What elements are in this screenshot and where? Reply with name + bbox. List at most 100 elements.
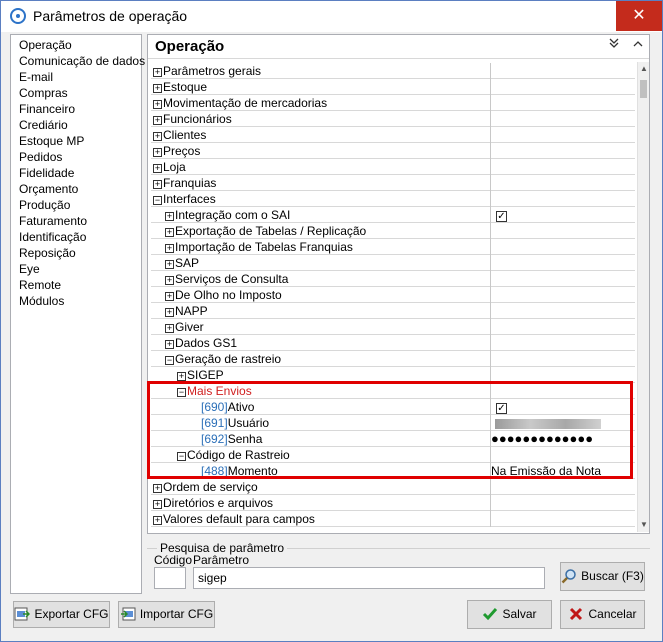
expand-icon[interactable]: + — [153, 500, 162, 509]
tree-row[interactable]: + Exportação de Tabelas / Replicação — [151, 223, 635, 239]
tree-row[interactable]: + Loja — [151, 159, 635, 175]
sidebar-item[interactable]: Remote — [19, 278, 61, 292]
tree-node-label: + Dados GS1 — [165, 336, 237, 350]
expand-icon[interactable]: + — [165, 212, 174, 221]
tree-row[interactable]: + Diretórios e arquivos — [151, 495, 635, 511]
sidebar-item[interactable]: Orçamento — [19, 182, 78, 196]
expand-icon[interactable]: + — [165, 276, 174, 285]
sidebar-item[interactable]: Comunicação de dados — [19, 54, 145, 68]
collapse-icon[interactable]: − — [153, 196, 162, 205]
tree-row[interactable]: + Importação de Tabelas Franquias — [151, 239, 635, 255]
sidebar-item[interactable]: Eye — [19, 262, 40, 276]
chevron-double-down-icon[interactable] — [606, 37, 622, 55]
expand-icon[interactable]: + — [153, 84, 162, 93]
sidebar-item[interactable]: Crediário — [19, 118, 68, 132]
tree-node-label: + Franquias — [153, 176, 216, 190]
column-separator — [490, 79, 491, 95]
expand-icon[interactable]: + — [153, 164, 162, 173]
column-separator — [490, 175, 491, 191]
checkbox[interactable]: ✓ — [496, 211, 507, 222]
save-button[interactable]: Salvar — [467, 600, 552, 629]
expand-icon[interactable]: + — [153, 116, 162, 125]
tree-node-text: Diretórios e arquivos — [163, 496, 274, 510]
expand-icon[interactable]: + — [153, 132, 162, 141]
tree-row[interactable]: + Dados GS1 — [151, 335, 635, 351]
tree-row[interactable]: + NAPP — [151, 303, 635, 319]
expand-icon[interactable]: + — [165, 340, 174, 349]
sidebar-item[interactable]: Módulos — [19, 294, 64, 308]
tree-node-text: Giver — [175, 320, 204, 334]
column-separator — [490, 127, 491, 143]
tree-row[interactable]: + Clientes — [151, 127, 635, 143]
scroll-thumb[interactable] — [640, 80, 647, 98]
tree-row[interactable]: + Parâmetros gerais — [151, 63, 635, 79]
expand-icon[interactable]: + — [165, 292, 174, 301]
tree-node-text: Valores default para campos — [163, 512, 315, 526]
tree-row[interactable]: + SAP — [151, 255, 635, 271]
tree-row[interactable]: + De Olho no Imposto — [151, 287, 635, 303]
parameter-search-input[interactable] — [193, 567, 545, 589]
vertical-scrollbar[interactable]: ▲ ▼ — [637, 62, 649, 532]
sidebar-item[interactable]: Compras — [19, 86, 68, 100]
title-bar: Parâmetros de operação ✕ — [1, 1, 662, 32]
expand-icon[interactable]: + — [165, 260, 174, 269]
x-icon — [568, 605, 584, 621]
sidebar-item[interactable]: Identificação — [19, 230, 86, 244]
close-button[interactable]: ✕ — [616, 1, 662, 31]
category-list[interactable]: Operação Comunicação de dados E-mail Compra… — [10, 34, 145, 594]
tree-row[interactable]: + Preços — [151, 143, 635, 159]
tree-node-text: Franquias — [163, 176, 217, 190]
sidebar-item[interactable]: Operação — [19, 38, 72, 52]
sidebar-item[interactable]: Estoque MP — [19, 134, 84, 148]
code-field[interactable] — [154, 567, 186, 589]
tree-row[interactable]: + Franquias — [151, 175, 635, 191]
scroll-up-icon[interactable]: ▲ — [638, 62, 650, 76]
tree-row[interactable]: + Integração com o SAI ✓ — [151, 207, 635, 223]
tree-node-label: + De Olho no Imposto — [165, 288, 282, 302]
sidebar-item[interactable]: Fidelidade — [19, 166, 74, 180]
sidebar-item[interactable]: Faturamento — [19, 214, 87, 228]
import-cfg-button[interactable]: Importar CFG — [118, 601, 215, 628]
tree-row[interactable]: + Valores default para campos — [151, 511, 635, 527]
expand-icon[interactable]: + — [153, 180, 162, 189]
expand-icon[interactable]: + — [165, 244, 174, 253]
cancel-button[interactable]: Cancelar — [560, 600, 645, 629]
panel-title: Operação — [155, 38, 225, 55]
column-separator — [490, 287, 491, 303]
expand-icon[interactable]: + — [153, 68, 162, 77]
window-title: Parâmetros de operação — [33, 8, 188, 24]
sidebar-item[interactable]: Pedidos — [19, 150, 62, 164]
column-separator — [490, 303, 491, 319]
tree-node-text: Funcionários — [163, 112, 232, 126]
export-cfg-button[interactable]: Exportar CFG — [13, 601, 110, 628]
sidebar-item[interactable]: Reposição — [19, 246, 76, 260]
expand-icon[interactable]: + — [153, 148, 162, 157]
tree-row[interactable]: + Giver — [151, 319, 635, 335]
sidebar-item[interactable]: Financeiro — [19, 102, 75, 116]
expand-icon[interactable]: + — [153, 516, 162, 525]
scroll-down-icon[interactable]: ▼ — [638, 518, 650, 532]
tree-row[interactable]: + Estoque — [151, 79, 635, 95]
chevron-up-icon[interactable] — [630, 37, 646, 55]
collapse-icon[interactable]: − — [165, 356, 174, 365]
expand-icon[interactable]: + — [153, 484, 162, 493]
expand-icon[interactable]: + — [177, 372, 186, 381]
tree-row[interactable]: + Movimentação de mercadorias — [151, 95, 635, 111]
tree-node-label: + NAPP — [165, 304, 208, 318]
parameter-search-group: Pesquisa de parâmetro Código Parâmetro B… — [147, 541, 650, 591]
expand-icon[interactable]: + — [153, 100, 162, 109]
tree-row[interactable]: + Serviços de Consulta — [151, 271, 635, 287]
tree-row[interactable]: − Geração de rastreio — [151, 351, 635, 367]
expand-icon[interactable]: + — [165, 308, 174, 317]
tree-row[interactable]: − Interfaces — [151, 191, 635, 207]
panel-header: Operação — [148, 35, 649, 59]
tree-row[interactable]: + Funcionários — [151, 111, 635, 127]
expand-icon[interactable]: + — [165, 324, 174, 333]
sidebar-item[interactable]: E-mail — [19, 70, 53, 84]
sidebar-item[interactable]: Produção — [19, 198, 70, 212]
code-label: Código — [154, 553, 193, 567]
expand-icon[interactable]: + — [165, 228, 174, 237]
tree-row[interactable]: + Ordem de serviço — [151, 479, 635, 495]
value-cell[interactable]: ✓ — [496, 208, 507, 222]
search-button[interactable]: Buscar (F3) — [560, 562, 645, 591]
